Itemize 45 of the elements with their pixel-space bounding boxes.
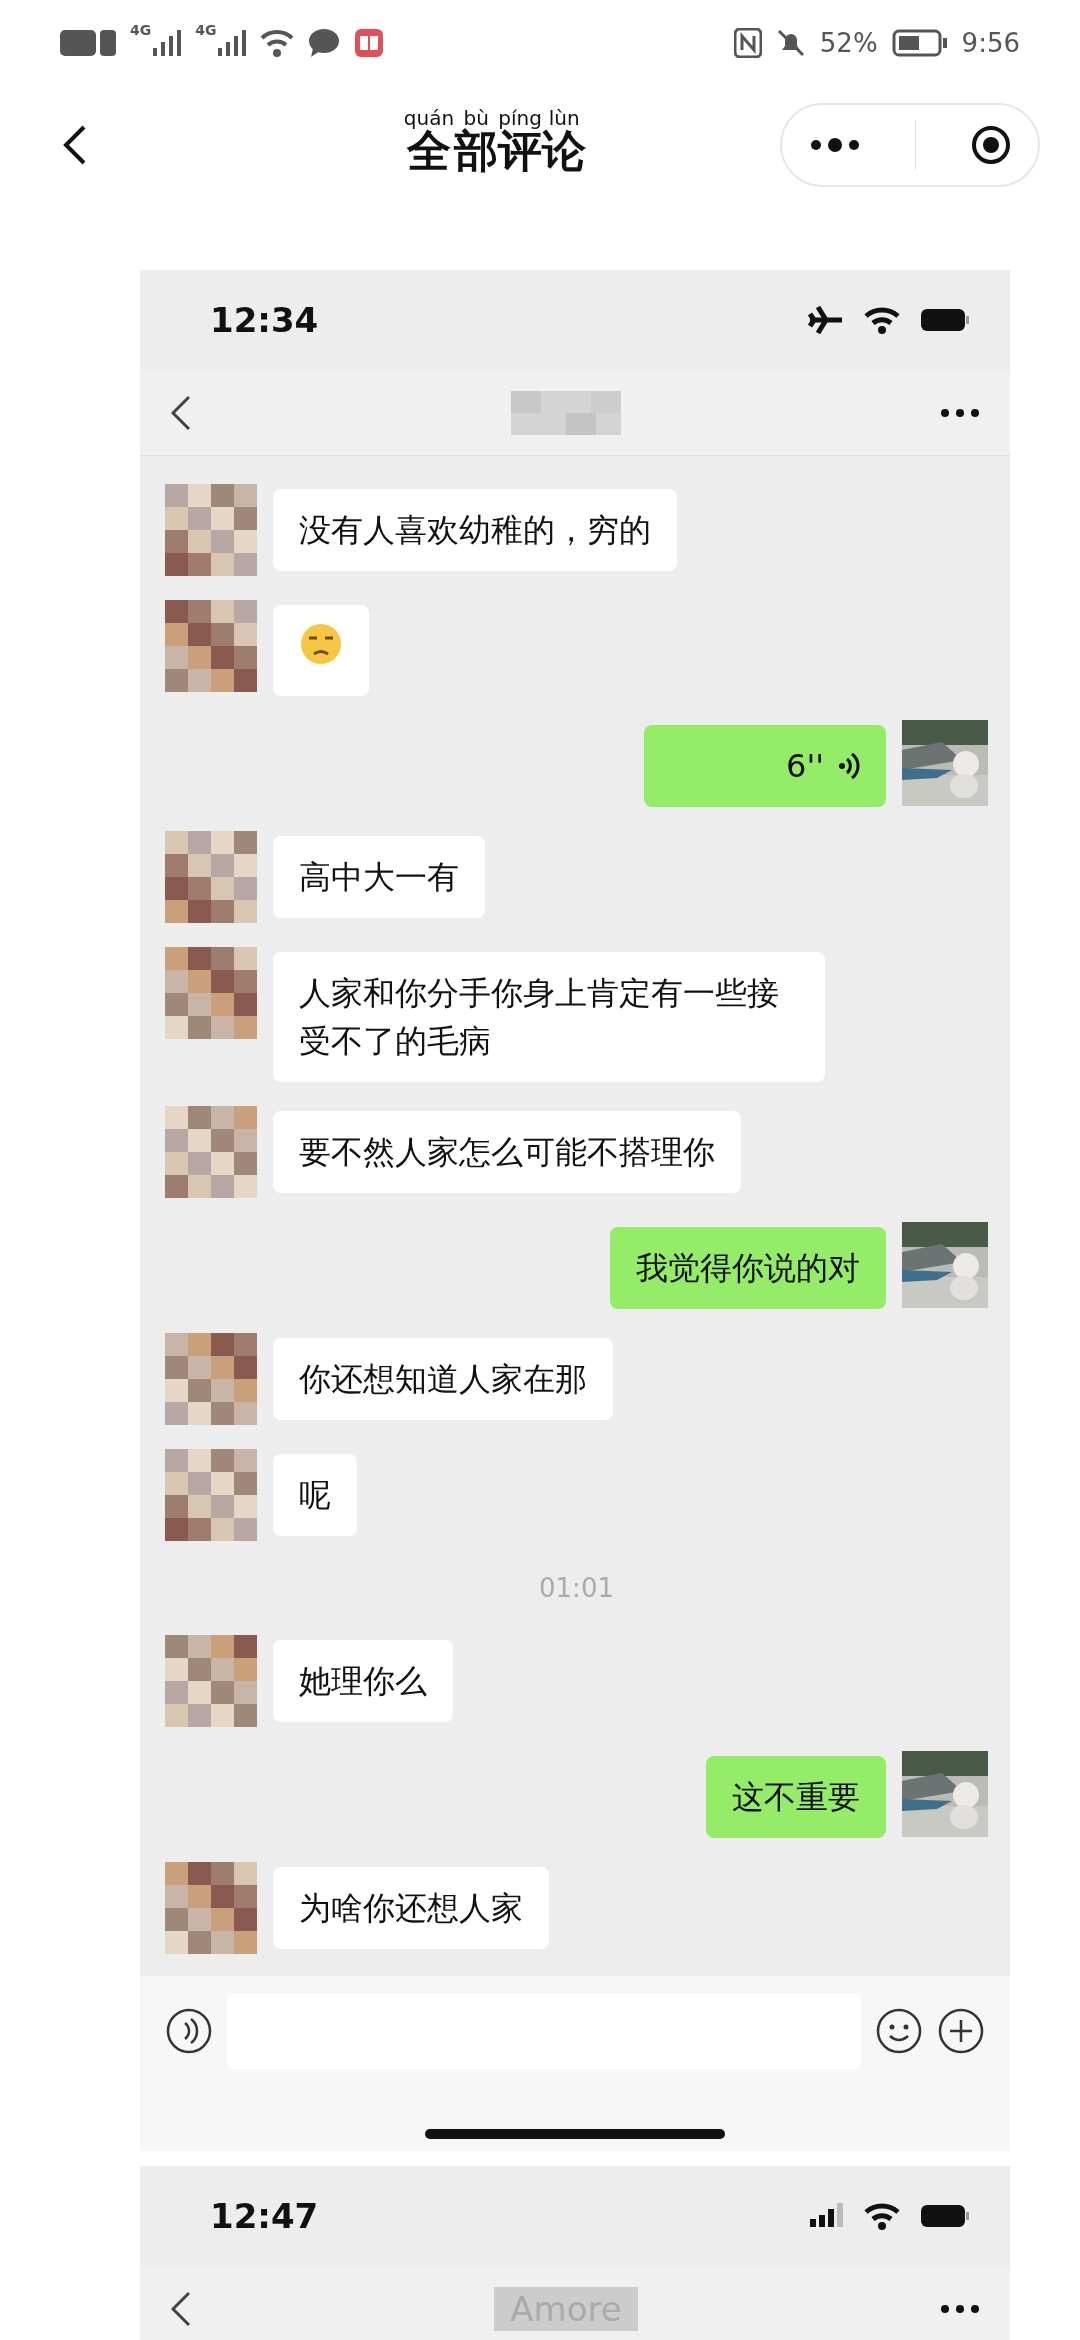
voice-duration: 6'': [786, 746, 824, 787]
sound-wave-icon: [838, 751, 860, 781]
message-bubble: 高中大一有: [273, 836, 485, 918]
clock-time: 12:34: [210, 300, 320, 340]
more-icon[interactable]: [940, 407, 980, 418]
signal-icon: [810, 2203, 844, 2229]
voice-icon[interactable]: [165, 2007, 213, 2055]
book-icon: [354, 27, 385, 58]
capsule-menu[interactable]: [780, 103, 1040, 187]
message-bubble: 这不重要: [706, 1756, 886, 1838]
plus-icon[interactable]: [937, 2007, 985, 2055]
signal-icon: [153, 27, 182, 58]
battery-icon: [920, 2204, 970, 2228]
network-type: 4G: [195, 22, 217, 38]
timestamp: 01:01: [538, 1573, 615, 1603]
wifi-icon: [864, 2202, 900, 2230]
battery-icon: [891, 27, 948, 58]
message-bubble: 要不然人家怎么可能不搭理你: [273, 1111, 741, 1193]
battery-icon: [920, 308, 970, 332]
bell-muted-icon: [775, 27, 806, 58]
chat-bubble-icon: [308, 27, 341, 58]
signal-icon: [218, 27, 247, 58]
message-bubble: 你还想知道人家在那: [273, 1338, 613, 1420]
voice-message-bubble[interactable]: 6'': [644, 725, 886, 807]
more-icon[interactable]: [940, 2303, 980, 2314]
airplane-icon: [808, 305, 844, 335]
unamused-face-icon: [299, 622, 343, 666]
message-bubble: 人家和你分手你身上肯定有一些接受不了的毛病: [273, 952, 825, 1082]
network-type: 4G: [130, 22, 152, 38]
clock-time: 9:56: [961, 27, 1020, 58]
back-icon[interactable]: [170, 2290, 192, 2327]
wifi-icon: [260, 27, 295, 58]
emoji-icon[interactable]: [875, 2007, 923, 2055]
nfc-icon: [733, 27, 762, 58]
page-title: 全 quán 部 bù 评 píng 论 lùn: [402, 109, 588, 178]
back-icon[interactable]: [170, 394, 192, 431]
message-bubble: 呢: [273, 1454, 357, 1536]
wifi-icon: [864, 306, 900, 334]
message-bubble: 为啥你还想人家: [273, 1867, 549, 1949]
clock-time: 12:47: [210, 2196, 320, 2236]
message-bubble: 我觉得你说的对: [610, 1227, 886, 1309]
message-bubble: 她理你么: [273, 1640, 453, 1722]
battery-percentage: 52%: [819, 27, 878, 58]
message-bubble: 没有人喜欢幼稚的，穷的: [273, 489, 677, 571]
more-icon[interactable]: [809, 137, 860, 153]
